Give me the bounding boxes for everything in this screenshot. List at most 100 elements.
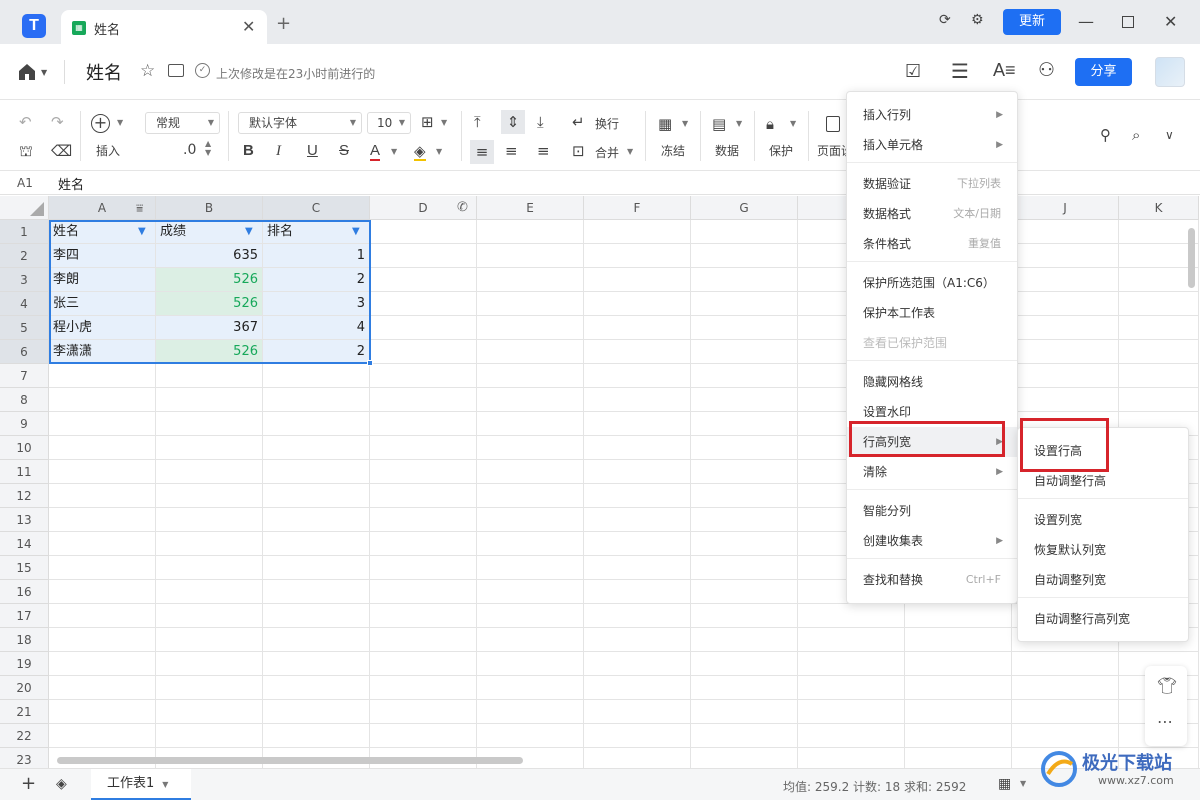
font-color-dropdown-icon[interactable]: ▼ (391, 147, 397, 156)
column-header[interactable]: E (477, 196, 584, 220)
table-cell[interactable] (1012, 268, 1119, 292)
table-cell[interactable] (370, 364, 477, 388)
lock-icon[interactable]: 🔒︎ (766, 116, 774, 132)
table-cell[interactable] (905, 652, 1012, 676)
table-cell[interactable] (370, 436, 477, 460)
table-cell[interactable] (584, 724, 691, 748)
table-cell[interactable] (798, 628, 905, 652)
table-cell[interactable] (477, 628, 584, 652)
table-cell[interactable] (49, 436, 156, 460)
context-menu-item[interactable]: 智能分列 (847, 496, 1017, 526)
submenu-item[interactable]: 设置列宽 (1018, 505, 1188, 535)
decimal-stepper-icon[interactable]: ▲ ▼ (205, 139, 211, 157)
table-cell[interactable] (370, 532, 477, 556)
table-cell[interactable] (156, 604, 263, 628)
table-cell[interactable] (798, 604, 905, 628)
table-cell[interactable] (156, 412, 263, 436)
table-cell[interactable] (477, 316, 584, 340)
table-cell[interactable] (49, 532, 156, 556)
table-cell[interactable] (691, 508, 798, 532)
table-cell[interactable] (691, 316, 798, 340)
table-cell[interactable] (1012, 652, 1119, 676)
table-cell[interactable] (477, 460, 584, 484)
settings-icon[interactable]: ⚙ (971, 12, 984, 28)
table-cell[interactable] (156, 436, 263, 460)
align-middle-icon[interactable]: ⇕ (501, 110, 525, 134)
table-cell[interactable] (49, 580, 156, 604)
table-cell[interactable] (370, 724, 477, 748)
context-menu-item[interactable]: 条件格式 重复值 (847, 229, 1017, 259)
table-cell[interactable] (156, 532, 263, 556)
table-cell[interactable] (370, 316, 477, 340)
table-cell[interactable] (49, 700, 156, 724)
tab-close-icon[interactable]: ✕ (242, 17, 255, 36)
table-cell[interactable] (477, 532, 584, 556)
table-cell[interactable] (905, 676, 1012, 700)
table-cell[interactable] (370, 460, 477, 484)
table-cell[interactable] (49, 724, 156, 748)
row-header[interactable]: 23 (0, 748, 49, 768)
table-cell[interactable] (691, 484, 798, 508)
submenu-item[interactable]: 自动调整行高列宽 (1018, 604, 1188, 634)
table-cell[interactable]: 1 (263, 244, 370, 268)
table-cell[interactable] (263, 388, 370, 412)
table-cell[interactable] (263, 676, 370, 700)
context-menu-item[interactable]: 保护本工作表 (847, 298, 1017, 328)
table-cell[interactable] (691, 364, 798, 388)
sheet-tab-dropdown-icon[interactable]: ▼ (162, 780, 168, 789)
row-header[interactable]: 16 (0, 580, 49, 604)
chevron-down-icon[interactable]: ∨ (1165, 127, 1174, 143)
document-title[interactable]: 姓名 (86, 59, 122, 85)
table-cell[interactable] (370, 700, 477, 724)
table-cell[interactable] (370, 244, 477, 268)
table-cell[interactable] (370, 580, 477, 604)
column-header[interactable]: K (1119, 196, 1199, 220)
menu-icon[interactable]: ☰ (951, 59, 969, 83)
new-tab-button[interactable]: + (276, 15, 291, 33)
table-cell[interactable]: 2 (263, 268, 370, 292)
table-cell[interactable] (156, 724, 263, 748)
row-header[interactable]: 4 (0, 292, 49, 316)
table-cell[interactable]: 李朗 (49, 268, 156, 292)
shirt-icon[interactable]: 👕︎ (1157, 676, 1177, 695)
table-cell[interactable] (691, 532, 798, 556)
table-cell[interactable]: 526 (156, 340, 263, 364)
table-cell[interactable] (1119, 340, 1199, 364)
row-header[interactable]: 15 (0, 556, 49, 580)
data-dropdown-icon[interactable]: ▼ (736, 119, 742, 128)
table-cell[interactable] (477, 484, 584, 508)
table-cell[interactable] (691, 652, 798, 676)
table-cell[interactable] (691, 460, 798, 484)
table-cell[interactable] (584, 700, 691, 724)
table-cell[interactable] (263, 460, 370, 484)
table-cell[interactable] (49, 460, 156, 484)
table-cell[interactable] (691, 556, 798, 580)
table-cell[interactable]: 李潇潇 (49, 340, 156, 364)
table-cell[interactable] (1012, 220, 1119, 244)
table-cell[interactable] (584, 484, 691, 508)
table-cell[interactable] (477, 652, 584, 676)
sync-icon[interactable]: ⟳ (939, 12, 951, 28)
table-cell[interactable] (584, 556, 691, 580)
table-cell[interactable] (584, 628, 691, 652)
table-cell[interactable] (477, 244, 584, 268)
table-cell[interactable] (691, 700, 798, 724)
table-cell[interactable] (370, 676, 477, 700)
table-cell[interactable] (156, 556, 263, 580)
phone-icon[interactable]: ✆ (457, 200, 468, 215)
table-cell[interactable] (584, 460, 691, 484)
table-cell[interactable] (691, 220, 798, 244)
table-cell[interactable] (798, 700, 905, 724)
table-cell[interactable] (263, 484, 370, 508)
table-cell[interactable]: 李四 (49, 244, 156, 268)
table-cell[interactable] (370, 556, 477, 580)
more-icon[interactable]: ⋯ (1157, 712, 1173, 731)
align-center-icon[interactable]: ≡ (505, 143, 518, 159)
context-menu-item[interactable]: 数据格式 文本/日期 (847, 199, 1017, 229)
table-cell[interactable] (263, 364, 370, 388)
table-cell[interactable] (477, 724, 584, 748)
table-cell[interactable] (370, 340, 477, 364)
align-bottom-icon[interactable]: ⤓ (537, 114, 544, 130)
table-cell[interactable] (156, 652, 263, 676)
row-header[interactable]: 5 (0, 316, 49, 340)
